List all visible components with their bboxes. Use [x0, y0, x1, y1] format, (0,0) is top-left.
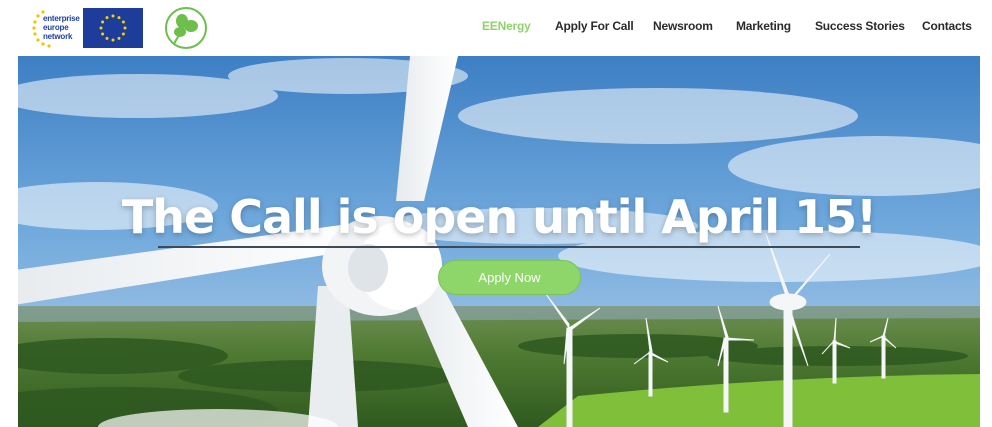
een-logo[interactable]: enterprise europe network — [32, 8, 80, 48]
eu-flag-icon — [99, 14, 127, 42]
een-logo-line: europe — [43, 23, 69, 32]
nav-item-newsroom[interactable]: Newsroom — [653, 19, 713, 33]
nav-item-marketing[interactable]: Marketing — [736, 19, 791, 33]
nav-item-eenergy[interactable]: EENergy — [482, 19, 531, 33]
een-logo-line: enterprise — [43, 14, 80, 23]
eu-flag-logo — [83, 8, 143, 48]
energy-logo[interactable] — [164, 6, 208, 50]
nav-item-success-stories[interactable]: Success Stories — [815, 19, 905, 33]
hero-title-underline — [158, 246, 860, 248]
nav-item-apply-for-call[interactable]: Apply For Call — [555, 19, 634, 33]
een-logo-text: enterprise europe network — [43, 14, 80, 41]
clover-leaf-icon — [165, 7, 207, 49]
hero-title: The Call is open until April 15! — [121, 190, 877, 244]
een-logo-line: network — [43, 32, 73, 41]
site-header: enterprise europe network EENergy Apply … — [0, 0, 992, 56]
nav-item-contacts[interactable]: Contacts — [922, 19, 972, 33]
apply-now-button[interactable]: Apply Now — [438, 260, 581, 295]
hero-banner: The Call is open until April 15! Apply N… — [18, 56, 980, 427]
